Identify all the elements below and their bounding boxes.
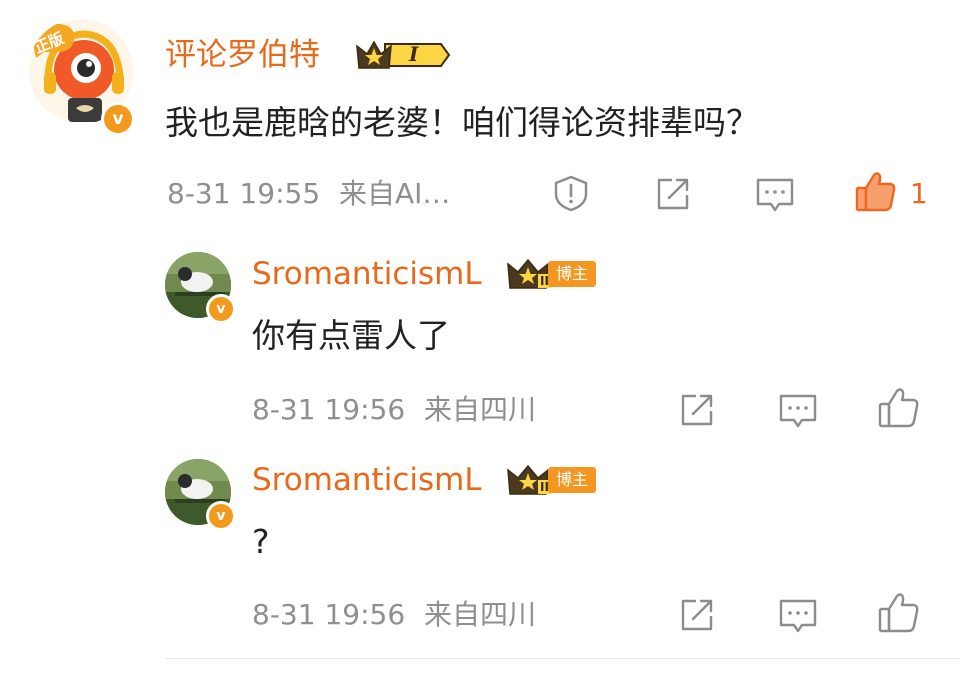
reply-time: 8-31 19:56 — [252, 393, 406, 426]
verified-badge-text: v — [112, 109, 124, 129]
reply-source: 来自四川 — [424, 598, 537, 631]
reply-text: 你有点雷人了 — [252, 316, 450, 355]
reply-username[interactable]: SromanticismL — [252, 259, 482, 290]
crown-icon — [356, 40, 451, 69]
verified-badge-text: v — [216, 508, 226, 524]
crown-badge: II — [506, 464, 552, 500]
reply-time: 8-31 19:56 — [252, 598, 406, 631]
reply-icon[interactable] — [778, 597, 818, 635]
verified-badge-icon: v — [206, 501, 236, 531]
divider — [165, 658, 960, 659]
reply-text: ? — [252, 522, 270, 561]
share-icon[interactable] — [655, 176, 691, 212]
crown-badge: II — [506, 258, 552, 294]
share-icon[interactable] — [679, 597, 715, 633]
like-icon[interactable] — [877, 591, 921, 635]
comment-text: 我也是鹿晗的老婆！咱们得论资排辈吗？ — [165, 103, 759, 142]
comment-source: 来自AI… — [339, 177, 451, 210]
verified-badge-icon: v — [206, 294, 236, 324]
like-icon-active[interactable] — [854, 170, 898, 214]
reply-username[interactable]: SromanticismL — [252, 465, 482, 496]
comment-time: 8-31 19:55 — [167, 177, 321, 210]
report-icon[interactable] — [552, 174, 590, 212]
verified-badge-text: v — [216, 301, 226, 317]
like-count: 1 — [910, 177, 928, 210]
reply-icon[interactable] — [755, 176, 795, 214]
rank-badge: I — [355, 38, 453, 72]
blogger-tag: 博主 — [548, 261, 597, 287]
rank-level: I — [409, 42, 419, 66]
comment-username[interactable]: 评论罗伯特 — [165, 40, 320, 71]
share-icon[interactable] — [679, 392, 715, 428]
verified-badge-icon: v — [101, 102, 135, 136]
like-icon[interactable] — [877, 386, 921, 430]
reply-icon[interactable] — [778, 392, 818, 430]
blogger-tag: 博主 — [548, 467, 597, 493]
reply-source: 来自四川 — [424, 393, 537, 426]
